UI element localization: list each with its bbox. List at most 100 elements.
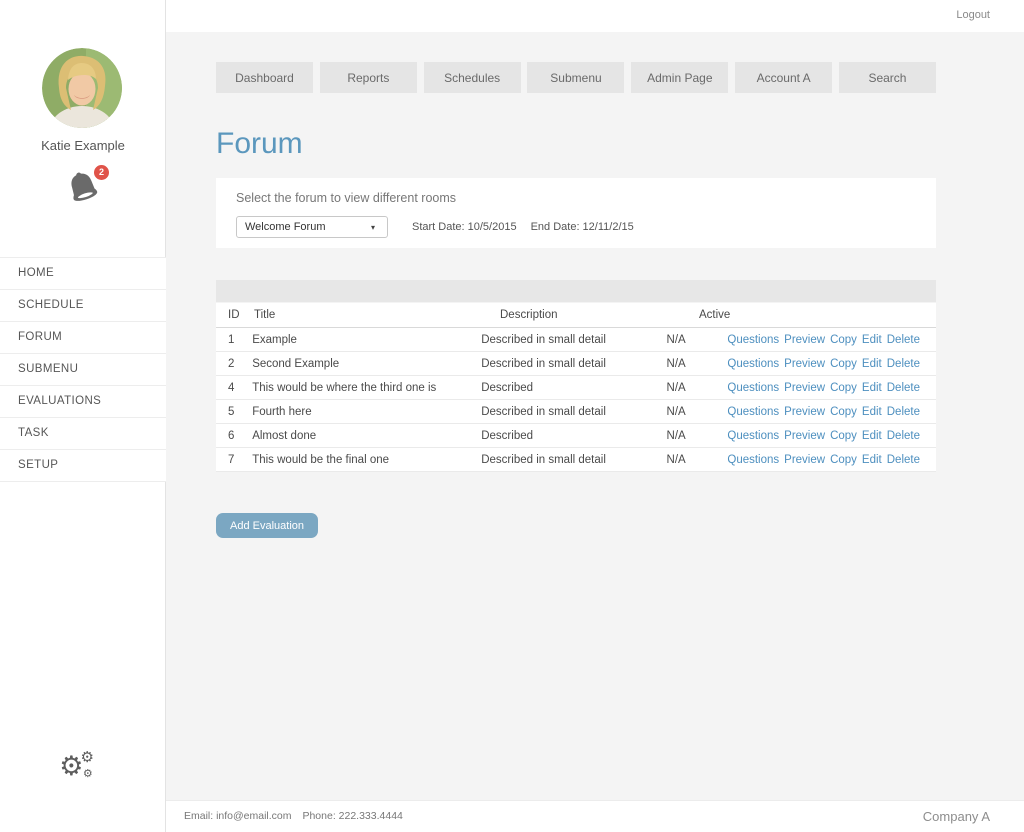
sidebar-item-evaluations[interactable]: EVALUATIONS [0,385,166,417]
add-evaluation-button[interactable]: Add Evaluation [216,513,318,538]
nav-button-schedules[interactable]: Schedules [424,62,521,93]
edit-link[interactable]: Edit [862,430,882,442]
copy-link[interactable]: Copy [830,382,857,394]
questions-link[interactable]: Questions [727,406,779,418]
topbar: Logout [166,0,1024,32]
cell-title: Second Example [252,358,481,370]
nav-button-dashboard[interactable]: Dashboard [216,62,313,93]
cell-title: This would be where the third one is [252,382,481,394]
delete-link[interactable]: Delete [887,430,920,442]
footer-email: Email: info@email.com [184,810,292,822]
edit-link[interactable]: Edit [862,454,882,466]
gear-icon-tiny: ⚙ [83,768,93,780]
header-description: Description [500,309,699,321]
forum-table: ID Title Description Active 1 Example De… [216,303,936,472]
cell-title: Fourth here [252,406,481,418]
cell-description: Described [481,430,666,442]
cell-active: N/A [667,382,723,394]
row-actions: Questions Preview Copy Edit Delete [722,454,936,466]
cell-description: Described in small detail [481,358,666,370]
table-row: 4 This would be where the third one is D… [216,376,936,400]
settings-button[interactable]: ⚙⚙⚙ [0,748,166,788]
questions-link[interactable]: Questions [727,430,779,442]
footer: Email: info@email.com Phone: 222.333.444… [166,800,1024,832]
sidebar-item-setup[interactable]: SETUP [0,449,166,482]
app-window: Katie Example 2 HOME SCHEDULE FORUM SUBM… [0,0,1024,832]
footer-company: Company A [923,809,990,824]
delete-link[interactable]: Delete [887,334,920,346]
filter-controls: Welcome Forum ▾ Start Date: 10/5/2015 En… [236,216,916,238]
forum-dropdown[interactable]: Welcome Forum ▾ [236,216,388,238]
copy-link[interactable]: Copy [830,358,857,370]
cell-description: Described in small detail [481,406,666,418]
cell-id: 2 [216,358,252,370]
nav-button-submenu[interactable]: Submenu [527,62,624,93]
preview-link[interactable]: Preview [784,406,825,418]
edit-link[interactable]: Edit [862,358,882,370]
cell-active: N/A [667,358,723,370]
row-actions: Questions Preview Copy Edit Delete [722,358,936,370]
row-actions: Questions Preview Copy Edit Delete [722,406,936,418]
cell-title: Example [252,334,481,346]
filter-label: Select the forum to view different rooms [236,191,916,205]
copy-link[interactable]: Copy [830,406,857,418]
cell-description: Described in small detail [481,334,666,346]
nav-button-search[interactable]: Search [839,62,936,93]
delete-link[interactable]: Delete [887,406,920,418]
delete-link[interactable]: Delete [887,358,920,370]
cell-id: 7 [216,454,252,466]
copy-link[interactable]: Copy [830,334,857,346]
cell-description: Described in small detail [481,454,666,466]
sidebar-item-home[interactable]: HOME [0,257,166,289]
preview-link[interactable]: Preview [784,430,825,442]
questions-link[interactable]: Questions [727,382,779,394]
sidebar-item-task[interactable]: TASK [0,417,166,449]
cell-id: 5 [216,406,252,418]
forum-dropdown-value: Welcome Forum [245,221,371,233]
questions-link[interactable]: Questions [727,334,779,346]
header-id: ID [216,309,254,321]
nav-button-admin-page[interactable]: Admin Page [631,62,728,93]
preview-link[interactable]: Preview [784,358,825,370]
preview-link[interactable]: Preview [784,454,825,466]
questions-link[interactable]: Questions [727,358,779,370]
table-row: 6 Almost done Described N/A QuestionsPre… [216,424,936,448]
cell-title: This would be the final one [252,454,481,466]
cell-active: N/A [667,454,723,466]
sidebar-item-forum[interactable]: FORUM [0,321,166,353]
preview-link[interactable]: Preview [784,334,825,346]
edit-link[interactable]: Edit [862,382,882,394]
delete-link[interactable]: Delete [887,454,920,466]
footer-phone: Phone: 222.333.4444 [302,810,402,822]
notifications-button[interactable]: 2 [63,166,107,210]
row-actions: Questions Preview Copy Edit Delete [722,334,936,346]
start-date-text: Start Date: 10/5/2015 [412,221,517,233]
header-title: Title [254,309,500,321]
nav-button-reports[interactable]: Reports [320,62,417,93]
delete-link[interactable]: Delete [887,382,920,394]
edit-link[interactable]: Edit [862,334,882,346]
avatar-image [42,48,122,128]
cell-id: 1 [216,334,252,346]
sidebar-item-submenu[interactable]: SUBMENU [0,353,166,385]
main-content: Dashboard Reports Schedules Submenu Admi… [166,32,1024,800]
sidebar-item-schedule[interactable]: SCHEDULE [0,289,166,321]
copy-link[interactable]: Copy [830,454,857,466]
forum-filter-panel: Select the forum to view different rooms… [216,178,936,248]
chevron-down-icon: ▾ [371,223,375,232]
questions-link[interactable]: Questions [727,454,779,466]
end-date-text: End Date: 12/11/2/15 [531,221,634,233]
table-row: 5 Fourth here Described in small detail … [216,400,936,424]
edit-link[interactable]: Edit [862,406,882,418]
gear-icon-small: ⚙ [80,749,93,766]
copy-link[interactable]: Copy [830,430,857,442]
nav-button-account-a[interactable]: Account A [735,62,832,93]
avatar [42,48,122,128]
cell-active: N/A [667,430,723,442]
cell-description: Described [481,382,666,394]
cell-id: 6 [216,430,252,442]
logout-link[interactable]: Logout [956,9,990,21]
cell-id: 4 [216,382,252,394]
cell-active: N/A [667,334,723,346]
preview-link[interactable]: Preview [784,382,825,394]
